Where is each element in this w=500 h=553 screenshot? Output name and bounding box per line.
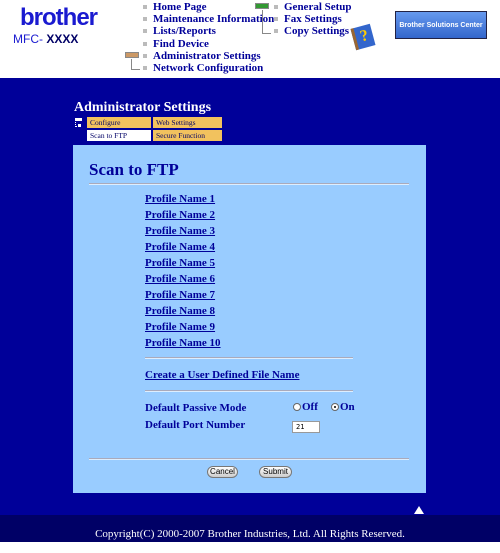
port-number-input[interactable]: 21 xyxy=(292,421,320,433)
tab-scan-to-ftp[interactable]: Scan to FTP xyxy=(87,130,151,141)
model-value: XXXX xyxy=(46,32,79,46)
radio-on-circle[interactable] xyxy=(331,403,339,411)
setup-nav: General Setup Fax Settings Copy Settings xyxy=(274,1,352,38)
section-title: Administrator Settings xyxy=(74,100,212,115)
scan-to-ftp-panel: Scan to FTP Profile Name 1 Profile Name … xyxy=(73,145,426,493)
profile-link-5[interactable]: Profile Name 5 xyxy=(145,257,215,269)
model-prefix: MFC- xyxy=(13,32,47,46)
tab-web-settings[interactable]: Web Settings xyxy=(153,117,222,128)
port-number-label: Default Port Number xyxy=(145,419,246,431)
nav-network-configuration[interactable]: Network Configuration xyxy=(143,62,274,74)
profile-link-8[interactable]: Profile Name 8 xyxy=(145,305,215,317)
model-name: MFC- XXXX xyxy=(13,32,78,46)
profile-link-6[interactable]: Profile Name 6 xyxy=(145,273,215,285)
radio-on-label: On xyxy=(340,401,355,413)
submit-button[interactable]: Submit xyxy=(259,466,292,478)
radio-off-label: Off xyxy=(302,401,318,413)
help-book-icon[interactable]: ? xyxy=(350,23,376,51)
profile-link-3[interactable]: Profile Name 3 xyxy=(145,225,215,237)
brother-logo[interactable]: brother xyxy=(20,4,98,32)
profile-link-4[interactable]: Profile Name 4 xyxy=(145,241,215,253)
profile-link-2[interactable]: Profile Name 2 xyxy=(145,209,215,221)
profile-link-7[interactable]: Profile Name 7 xyxy=(145,289,215,301)
brother-solutions-center-button[interactable]: Brother Solutions Center xyxy=(395,11,487,39)
radio-off-circle[interactable] xyxy=(293,403,301,411)
passive-off-radio[interactable]: Off xyxy=(293,401,318,413)
divider xyxy=(89,183,409,185)
nav-maintenance-information[interactable]: Maintenance Information xyxy=(143,13,274,25)
nav-fax-settings[interactable]: Fax Settings xyxy=(274,13,352,25)
profile-link-9[interactable]: Profile Name 9 xyxy=(145,321,215,333)
passive-on-radio[interactable]: On xyxy=(331,401,355,413)
tab-configure-password[interactable]: Configure Password xyxy=(87,117,151,138)
nav-general-setup[interactable]: General Setup xyxy=(274,1,352,13)
bracket-line xyxy=(75,118,81,127)
bracket-line xyxy=(131,59,140,70)
scroll-to-top-icon[interactable] xyxy=(414,506,424,514)
profile-link-10[interactable]: Profile Name 10 xyxy=(145,337,221,349)
create-user-defined-file-name-link[interactable]: Create a User Defined File Name xyxy=(145,369,299,381)
nav-administrator-settings[interactable]: Administrator Settings xyxy=(143,50,274,62)
key-icon xyxy=(255,3,269,9)
bracket-line xyxy=(262,10,271,34)
nav-lists-reports[interactable]: Lists/Reports xyxy=(143,25,274,37)
key-icon xyxy=(125,52,139,58)
nav-find-device[interactable]: Find Device xyxy=(143,38,274,50)
divider xyxy=(89,458,409,460)
divider xyxy=(145,390,353,392)
profile-link-1[interactable]: Profile Name 1 xyxy=(145,193,215,205)
main-nav: Home Page Maintenance Information Lists/… xyxy=(143,1,274,74)
divider xyxy=(145,357,353,359)
copyright-text: Copyright(C) 2000-2007 Brother Industrie… xyxy=(95,528,405,540)
footer: Copyright(C) 2000-2007 Brother Industrie… xyxy=(0,515,500,542)
passive-mode-label: Default Passive Mode xyxy=(145,402,247,414)
nav-copy-settings[interactable]: Copy Settings xyxy=(274,25,352,37)
header: brother MFC- XXXX Home Page Maintenance … xyxy=(0,0,500,78)
panel-title: Scan to FTP xyxy=(89,160,179,179)
cancel-button[interactable]: Cancel xyxy=(207,466,238,478)
tab-secure-function-lock[interactable]: Secure Function Lock xyxy=(153,130,222,151)
